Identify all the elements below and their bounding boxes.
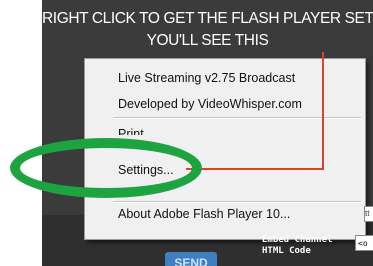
menu-item-about-flash[interactable]: About Adobe Flash Player 10... — [118, 207, 290, 221]
menu-item-live-streaming[interactable]: Live Streaming v2.75 Broadcast — [118, 71, 295, 85]
highlight-ellipse — [10, 138, 202, 198]
embed-label-line-1: Embed Channel — [262, 235, 333, 245]
menu-separator — [113, 201, 361, 203]
embed-html-code-field[interactable]: <o — [355, 235, 373, 251]
send-button[interactable]: SEND — [165, 252, 217, 266]
instruction-line-2: YOU'LL SEE THIS — [146, 32, 269, 49]
embed-label-line-2: HTML Code — [262, 246, 311, 256]
embed-channel-label: Embed Channel HTML Code — [262, 235, 332, 257]
right-text-field[interactable]: tt — [364, 206, 373, 222]
screenshot-stage: RIGHT CLICK TO GET THE FLASH PLAYER SETT… — [0, 0, 373, 266]
pointer-line-vertical — [322, 52, 324, 170]
instruction-line-1: RIGHT CLICK TO GET THE FLASH PLAYER SETT… — [42, 10, 373, 27]
pointer-line-horizontal — [186, 168, 324, 170]
instruction-caption: RIGHT CLICK TO GET THE FLASH PLAYER SETT… — [42, 8, 373, 52]
menu-item-developed-by[interactable]: Developed by VideoWhisper.com — [118, 97, 302, 111]
menu-item-print[interactable]: Print... — [118, 127, 154, 135]
